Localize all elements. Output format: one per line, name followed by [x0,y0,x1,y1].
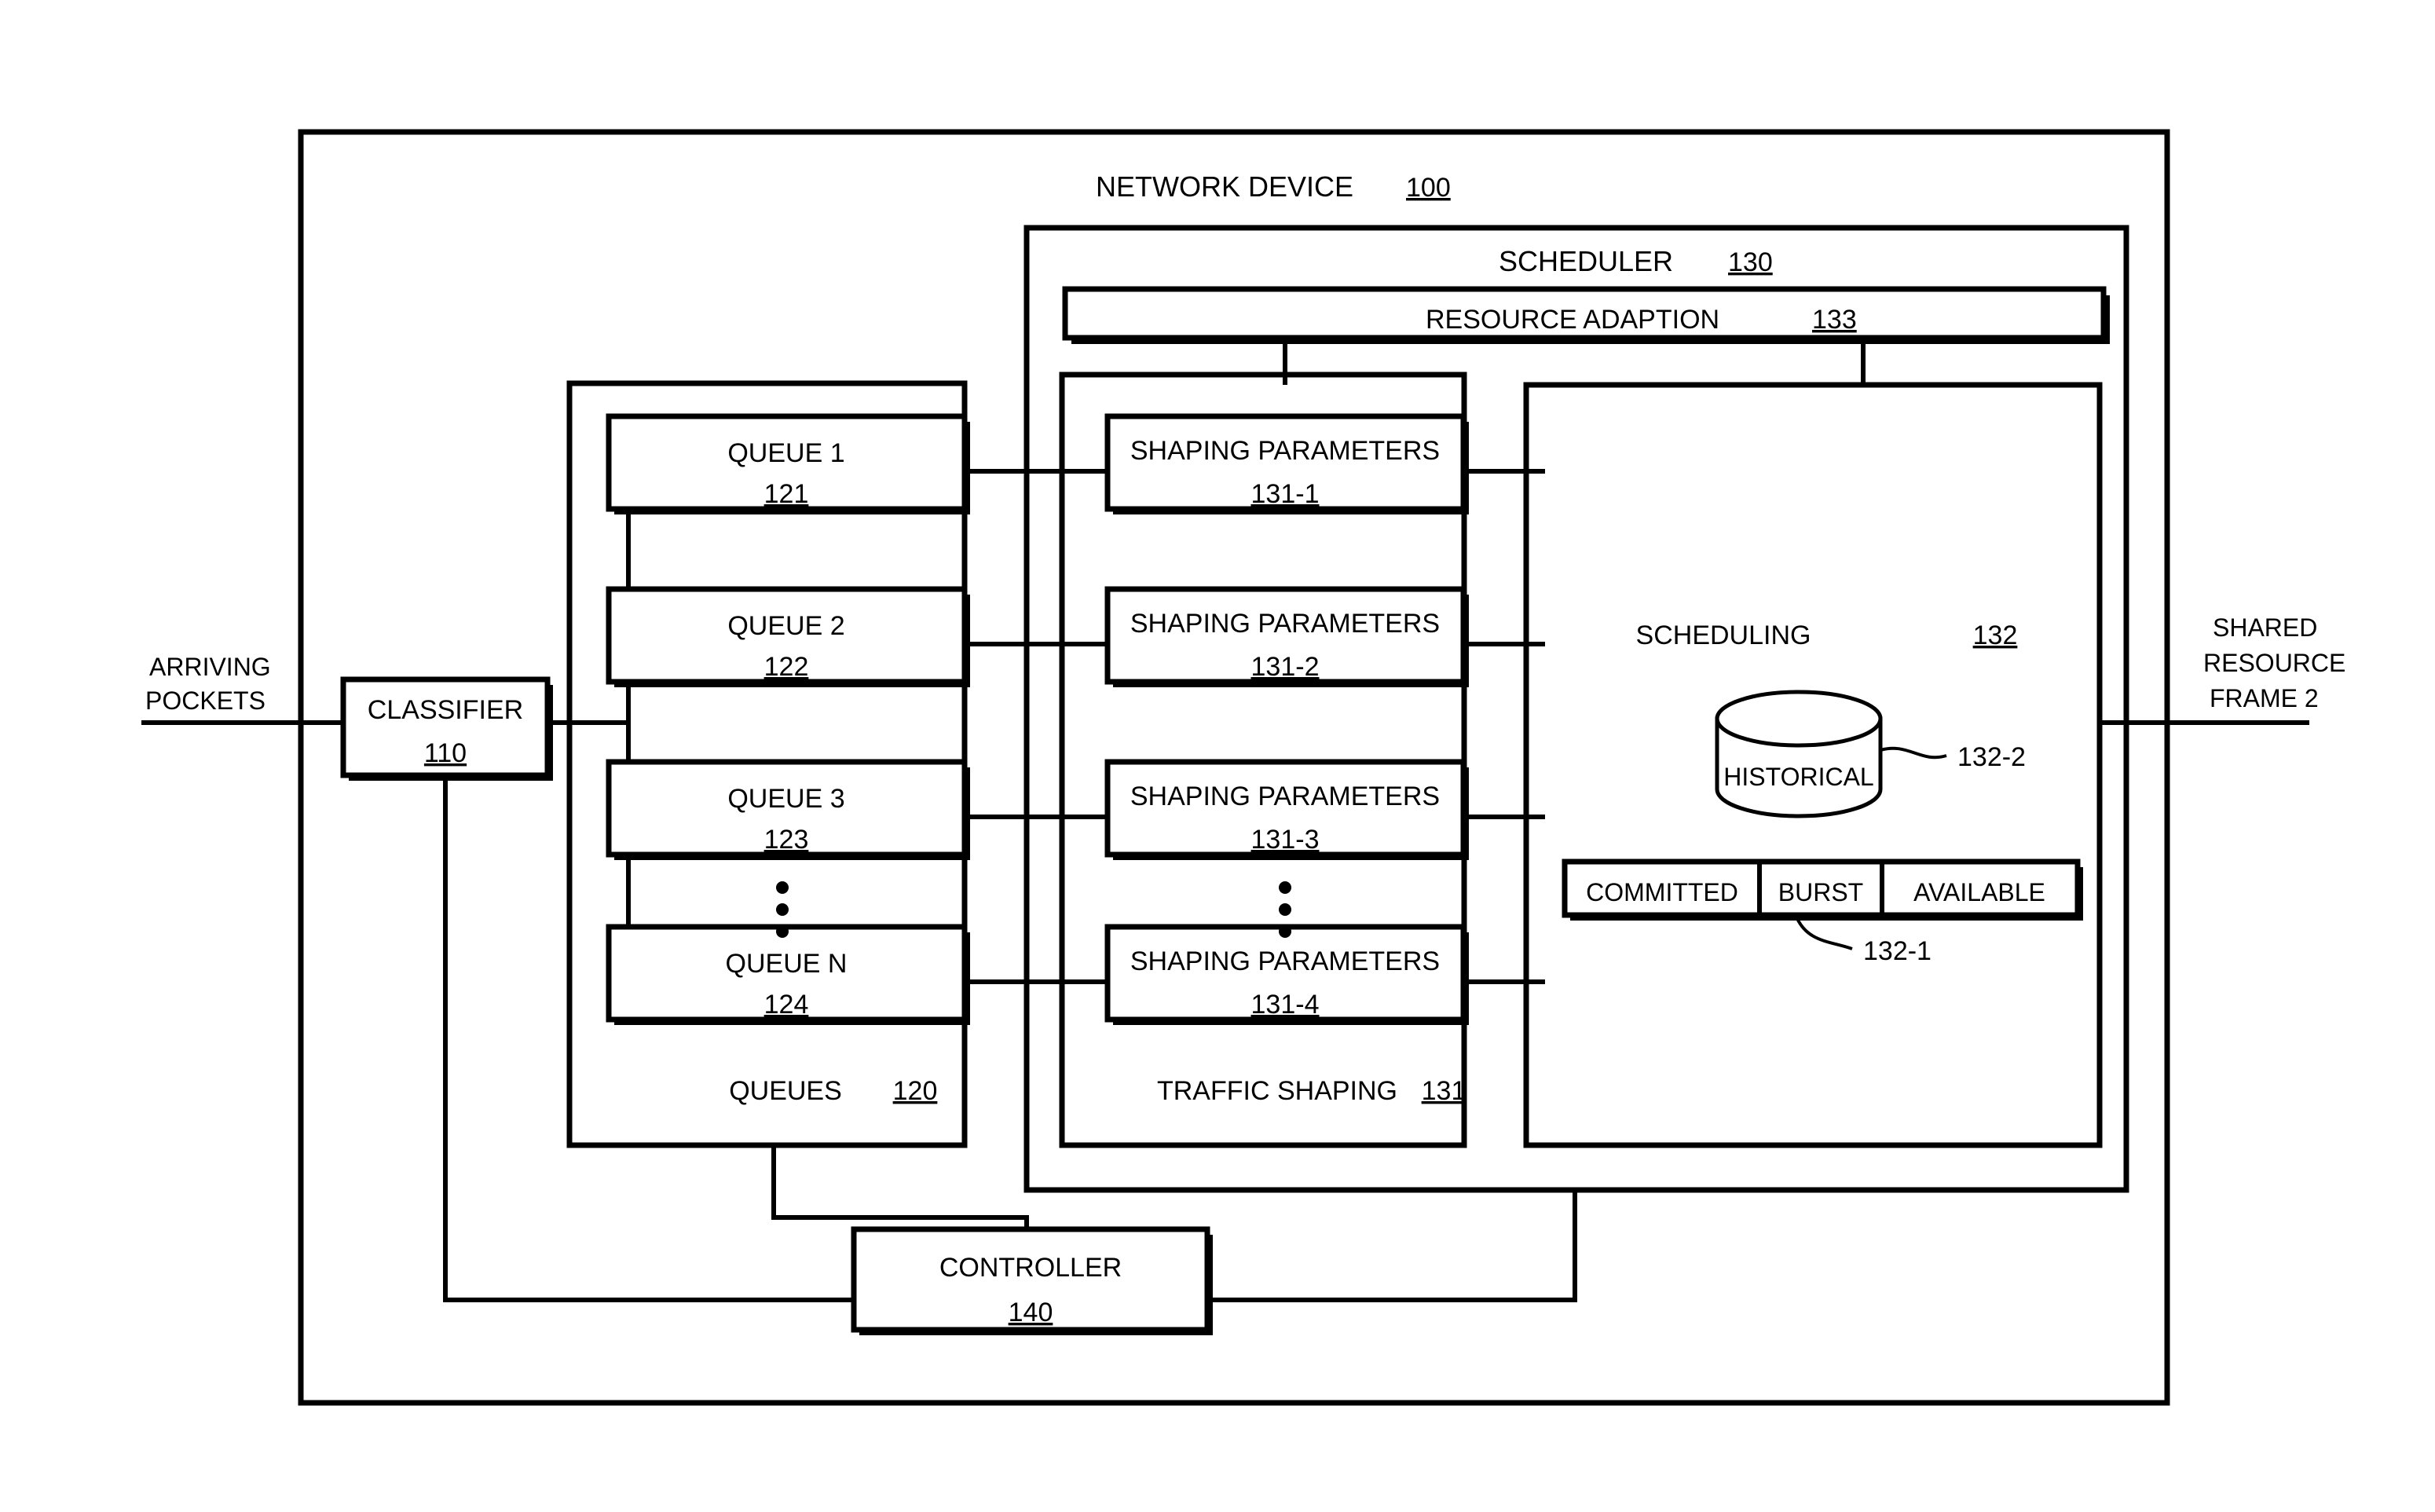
resource-cell-available: AVAILABLE [1913,878,2045,906]
queue-ellipsis-dot [776,881,789,894]
classifier-title: CLASSIFIER [368,695,523,725]
shaping-params-4-ref: 131-4 [1251,990,1320,1020]
network-device-title: NETWORK DEVICE [1096,170,1353,203]
scheduling-title: SCHEDULING [1636,621,1811,650]
arriving-packets-label-line2: POCKETS [145,686,265,715]
shaping-ellipsis-dot [1279,925,1291,938]
scheduler-ref: 130 [1728,247,1773,277]
controller-title: CONTROLLER [939,1253,1122,1283]
queue-2-title: QUEUE 2 [727,611,844,641]
shaping-params-2-title: SHAPING PARAMETERS [1130,609,1440,639]
shaping-params-2-ref: 131-2 [1251,652,1320,682]
shaping-params-3-title: SHAPING PARAMETERS [1130,782,1440,811]
resource-adaption-label: RESOURCE ADAPTION [1426,305,1719,335]
resource-adaption-ref: 133 [1812,305,1857,335]
shaping-params-4-title: SHAPING PARAMETERS [1130,946,1440,976]
traffic-shaping-group-ref: 131 [1422,1076,1466,1106]
scheduler-to-controller-line [1207,1190,1577,1302]
shared-resource-label-line2: RESOURCE [2203,649,2345,677]
shaping-params-1-ref: 131-1 [1251,479,1320,509]
shared-resource-label-line1: SHARED [2213,613,2317,642]
patent-figure-canvas: NETWORK DEVICE 100 SCHEDULER 130 RESOURC… [0,0,2435,1512]
shaping-params-3-ref: 131-3 [1251,825,1320,855]
queue-1-title: QUEUE 1 [727,438,844,468]
queue-2-ref: 122 [764,652,809,682]
shaping-ellipsis-dot [1279,903,1291,916]
shaping-params-1-title: SHAPING PARAMETERS [1130,436,1440,466]
classifier-ref: 110 [424,738,467,768]
queue-n-ref: 124 [764,990,809,1020]
resource-bar-callout: 132-1 [1863,936,1932,966]
queue-n-title: QUEUE N [726,949,848,979]
shared-resource-label-line3: FRAME 2 [2210,684,2319,712]
scheduler-title: SCHEDULER [1499,245,1673,277]
resource-cell-committed: COMMITTED [1586,878,1738,906]
historical-db-callout-leader [1880,746,1947,760]
queue-3-title: QUEUE 3 [727,784,844,814]
network-device-ref: 100 [1406,173,1451,203]
traffic-shaping-group-label: TRAFFIC SHAPING [1157,1076,1397,1106]
network-device-block-diagram: NETWORK DEVICE 100 SCHEDULER 130 RESOURC… [141,129,2345,1406]
resource-cell-burst: BURST [1778,878,1863,906]
queues-group-label: QUEUES [729,1076,842,1106]
queue-1-ref: 121 [764,479,809,509]
historical-db-top [1715,690,1883,748]
queue-3-ref: 123 [764,825,809,855]
historical-db-label: HISTORICAL [1723,763,1873,791]
queues-group-ref: 120 [893,1076,938,1106]
historical-db-callout: 132-2 [1957,742,2026,772]
scheduling-ref: 132 [1973,621,2018,650]
controller-ref: 140 [1009,1298,1053,1327]
queue-ellipsis-dot [776,925,789,938]
queue-ellipsis-dot [776,903,789,916]
shaping-ellipsis-dot [1279,881,1291,894]
arriving-packets-label-line1: ARRIVING [149,653,271,681]
